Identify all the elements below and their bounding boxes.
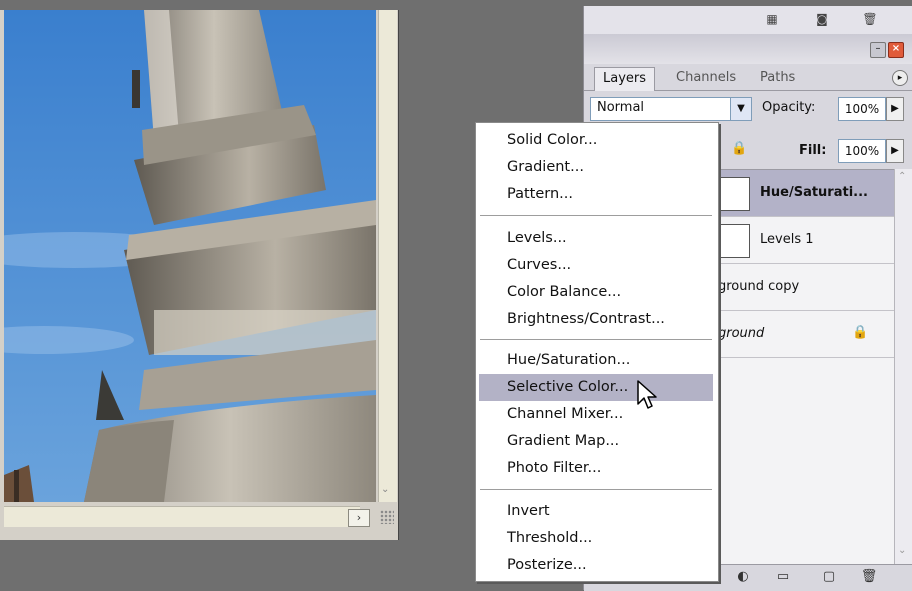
minimize-icon[interactable]: –: [870, 42, 886, 58]
chevron-down-icon[interactable]: ▼: [730, 98, 751, 120]
menu-item-selective-color[interactable]: Selective Color...: [479, 374, 713, 401]
adjustment-layer-icon[interactable]: ◐: [734, 569, 752, 585]
new-layer-icon[interactable]: ▢: [820, 569, 838, 585]
lock-icon: 🔒: [852, 325, 869, 340]
fill-slider-icon[interactable]: ▶: [886, 139, 904, 163]
menu-item-channel-mixer[interactable]: Channel Mixer...: [479, 401, 713, 428]
fill-field[interactable]: 100%: [838, 139, 886, 163]
menu-item-threshold[interactable]: Threshold...: [479, 525, 713, 552]
layer-name: ground: [718, 326, 765, 341]
menu-item-gradient[interactable]: Gradient...: [479, 154, 713, 181]
opacity-label: Opacity:: [762, 100, 816, 115]
menu-item-levels[interactable]: Levels...: [479, 225, 713, 252]
folder-icon[interactable]: ▭: [774, 569, 792, 585]
menu-item-posterize[interactable]: Posterize...: [479, 552, 713, 579]
palette-menu-icon[interactable]: ▸: [892, 70, 908, 86]
menu-item-pattern[interactable]: Pattern...: [479, 181, 713, 208]
scroll-down-icon[interactable]: ⌄: [381, 484, 389, 495]
trash-icon[interactable]: 🗑: [862, 12, 878, 26]
menu-separator: [480, 489, 712, 491]
trash-icon[interactable]: 🗑: [860, 569, 878, 585]
tab-paths[interactable]: Paths: [752, 67, 803, 89]
camera-icon[interactable]: ◙: [814, 12, 830, 26]
layer-name: Levels 1: [760, 232, 814, 247]
scroll-right-icon[interactable]: ›: [348, 509, 370, 527]
menu-item-color-balance[interactable]: Color Balance...: [479, 279, 713, 306]
close-icon[interactable]: ×: [888, 42, 904, 58]
menu-separator: [480, 339, 712, 341]
menu-item-invert[interactable]: Invert: [479, 498, 713, 525]
tab-channels[interactable]: Channels: [668, 67, 744, 89]
document-window: ⌄ ›: [0, 10, 399, 540]
mouse-pointer-icon: [637, 380, 657, 409]
grid-icon[interactable]: ▦: [764, 12, 780, 26]
scroll-down-icon[interactable]: ⌄: [898, 545, 906, 556]
document-horizontal-scrollbar[interactable]: ›: [4, 506, 370, 527]
palette-tabs: Layers Channels Paths ▸: [584, 64, 912, 91]
blend-mode-value: Normal: [597, 100, 645, 115]
resize-grip-icon[interactable]: [380, 510, 394, 524]
menu-item-photo-filter[interactable]: Photo Filter...: [479, 455, 713, 482]
lock-icon[interactable]: 🔒: [731, 141, 747, 156]
tab-layers[interactable]: Layers: [594, 67, 656, 91]
opacity-slider-icon[interactable]: ▶: [886, 97, 904, 121]
layer-name: ground copy: [718, 279, 800, 294]
menu-item-curves[interactable]: Curves...: [479, 252, 713, 279]
fill-label: Fill:: [799, 143, 827, 158]
menu-item-solid-color[interactable]: Solid Color...: [479, 127, 713, 154]
document-vertical-scrollbar[interactable]: ⌄: [378, 10, 397, 502]
menu-item-hue-saturation[interactable]: Hue/Saturation...: [479, 347, 713, 374]
opacity-field[interactable]: 100%: [838, 97, 886, 121]
menu-separator: [480, 215, 712, 217]
palette-title-bar[interactable]: – ×: [584, 34, 912, 64]
scroll-up-icon[interactable]: ⌃: [898, 171, 906, 182]
layer-list-scrollbar[interactable]: ⌃ ⌄: [894, 169, 912, 564]
adjustment-layer-menu: Solid Color... Gradient... Pattern... Le…: [475, 122, 719, 582]
palette-toolbar: ▦ ◙ 🗑: [584, 6, 912, 35]
menu-item-brightness-contrast[interactable]: Brightness/Contrast...: [479, 306, 713, 333]
blend-mode-select[interactable]: Normal ▼: [590, 97, 752, 121]
menu-item-gradient-map[interactable]: Gradient Map...: [479, 428, 713, 455]
layer-name: Hue/Saturati...: [760, 185, 868, 200]
stupa-photo: [4, 10, 376, 502]
photo-canvas[interactable]: [4, 10, 376, 502]
